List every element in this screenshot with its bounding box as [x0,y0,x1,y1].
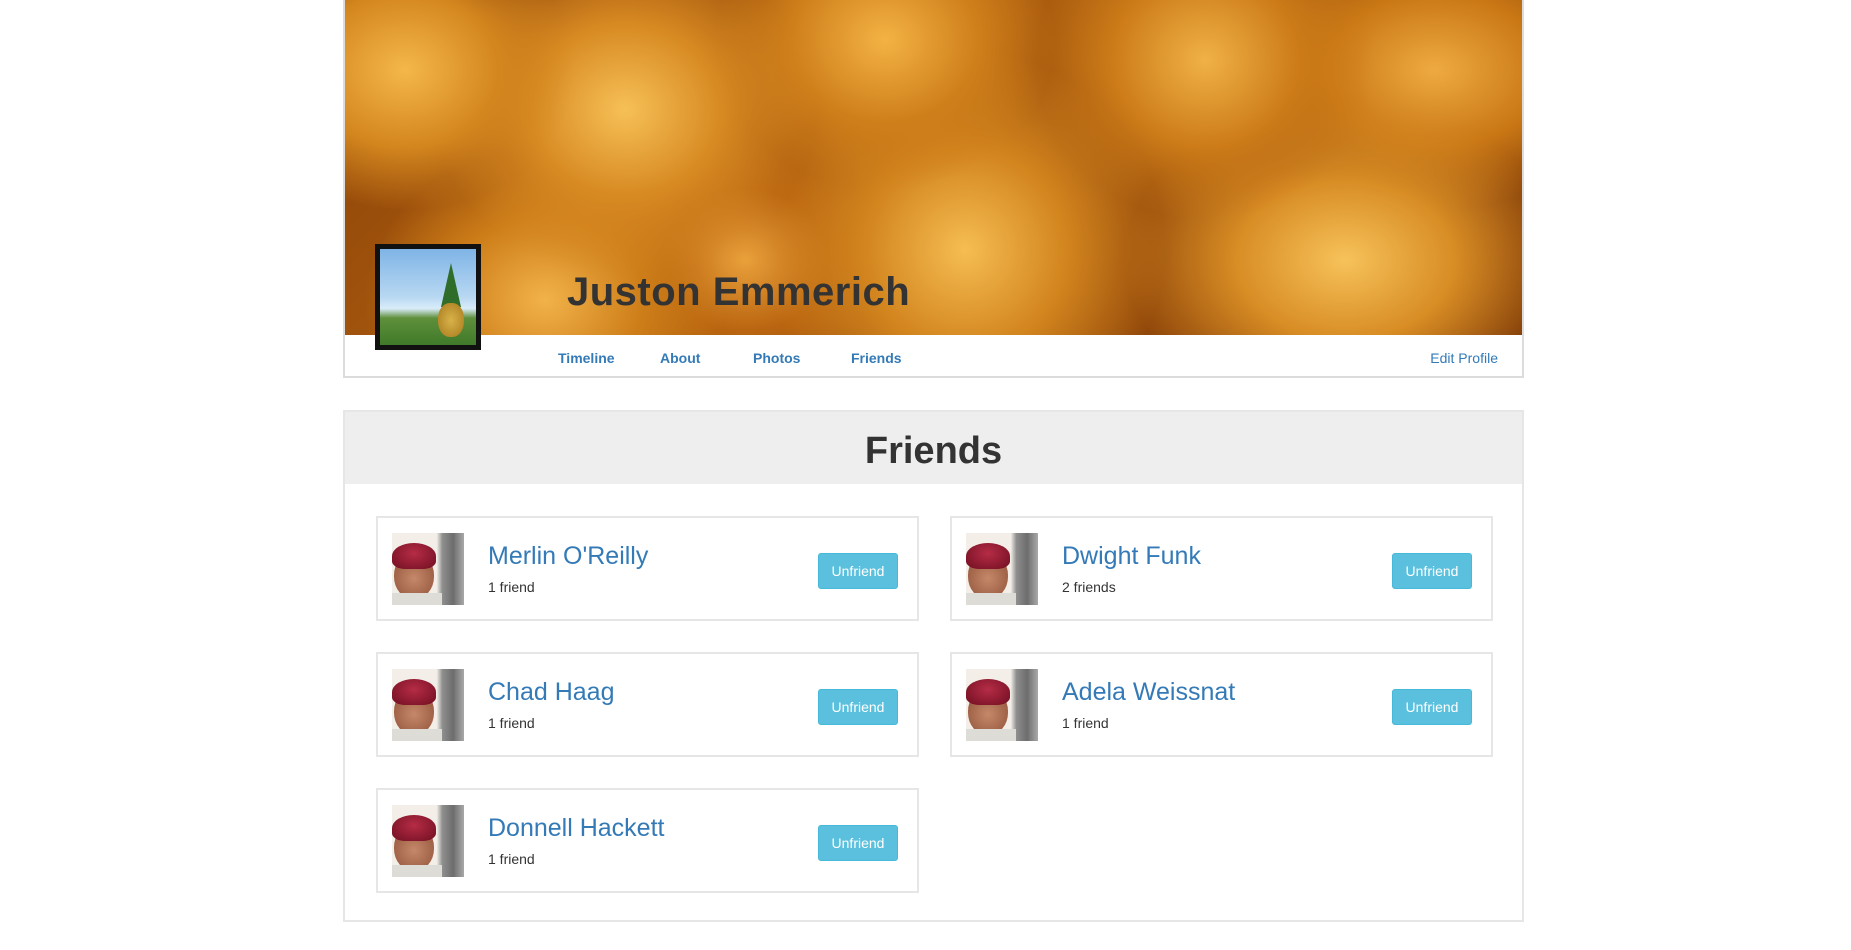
friend-count: 2 friends [1062,579,1116,595]
baby-hat-icon [966,543,1010,569]
tab-about[interactable]: About [660,350,700,366]
tab-friends[interactable]: Friends [851,350,902,366]
baby-hat-icon [966,679,1010,705]
baby-shirt-icon [392,865,442,877]
friend-name-link[interactable]: Adela Weissnat [1062,680,1235,705]
baby-hat-icon [392,679,436,705]
friend-count: 1 friend [1062,715,1109,731]
friend-card: Merlin O'Reilly 1 friend Unfriend [376,516,919,621]
unfriend-button[interactable]: Unfriend [1392,553,1472,589]
friend-avatar[interactable] [966,669,1038,741]
friend-card: Donnell Hackett 1 friend Unfriend [376,788,919,893]
friend-avatar[interactable] [392,805,464,877]
friend-card: Chad Haag 1 friend Unfriend [376,652,919,757]
baby-hat-icon [392,815,436,841]
friend-card: Adela Weissnat 1 friend Unfriend [950,652,1493,757]
friend-count: 1 friend [488,851,535,867]
unfriend-button[interactable]: Unfriend [1392,689,1472,725]
friend-avatar[interactable] [392,533,464,605]
profile-nav: Timeline About Photos Friends Edit Profi… [345,335,1522,376]
unfriend-button[interactable]: Unfriend [818,689,898,725]
baby-shirt-icon [392,729,442,741]
profile-name: Juston Emmerich [567,270,911,314]
friends-panel: Friends Merlin O'Reilly 1 friend Unfrien… [343,410,1524,922]
baby-hat-icon [392,543,436,569]
baby-shirt-icon [966,593,1016,605]
cover-photo [345,0,1522,335]
edit-profile-link[interactable]: Edit Profile [1430,350,1498,366]
pineapple-image [380,249,476,345]
unfriend-button[interactable]: Unfriend [818,825,898,861]
friend-name-link[interactable]: Dwight Funk [1062,544,1201,569]
tab-timeline[interactable]: Timeline [558,350,615,366]
tab-photos[interactable]: Photos [753,350,800,366]
profile-header: Juston Emmerich Timeline About Photos Fr… [343,0,1524,378]
friend-name-link[interactable]: Chad Haag [488,680,614,705]
pineapple-fruit-icon [438,303,464,337]
friend-card: Dwight Funk 2 friends Unfriend [950,516,1493,621]
friend-count: 1 friend [488,715,535,731]
baby-shirt-icon [392,593,442,605]
friend-avatar[interactable] [966,533,1038,605]
friend-name-link[interactable]: Merlin O'Reilly [488,544,648,569]
friends-panel-heading: Friends [345,412,1522,484]
friend-count: 1 friend [488,579,535,595]
friend-name-link[interactable]: Donnell Hackett [488,816,664,841]
baby-shirt-icon [966,729,1016,741]
pineapple-crown-icon [441,263,461,307]
unfriend-button[interactable]: Unfriend [818,553,898,589]
friends-panel-title: Friends [864,430,1003,472]
friend-avatar[interactable] [392,669,464,741]
